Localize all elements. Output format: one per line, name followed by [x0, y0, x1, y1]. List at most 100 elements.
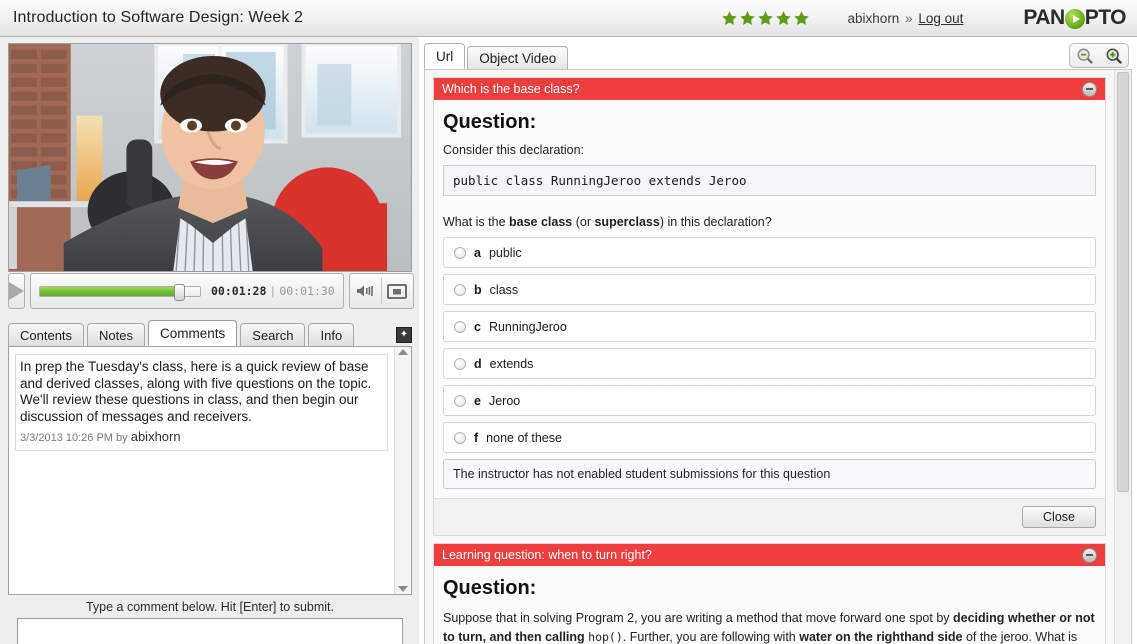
radio-icon[interactable] — [454, 284, 466, 296]
option-letter: e — [474, 394, 481, 408]
video-player-frame[interactable] — [8, 43, 412, 272]
tab-contents[interactable]: Contents — [8, 323, 84, 346]
emphasis-text: base class — [509, 215, 572, 229]
header-right-group: abixhorn » Log out PAN PTO — [721, 0, 1137, 36]
breadcrumb-separator: » — [905, 11, 913, 26]
tab-notes[interactable]: Notes — [87, 323, 145, 346]
username-label: abixhorn — [848, 11, 900, 26]
total-time: 00:01:30 — [279, 284, 334, 298]
scroll-up-arrow-icon[interactable] — [398, 349, 408, 355]
emphasis-text: superclass — [594, 215, 659, 229]
minus-circle-icon[interactable] — [1082, 82, 1097, 97]
user-session-block: abixhorn » Log out — [848, 11, 964, 26]
logo-text-left: PAN — [1023, 6, 1064, 30]
comment-timestamp: 3/3/2013 10:26 PM — [20, 432, 113, 444]
option-c[interactable]: c RunningJeroo — [443, 311, 1096, 342]
video-frame-image — [9, 44, 411, 272]
question-card: Learning question: when to turn right? Q… — [433, 543, 1106, 644]
rating-stars[interactable] — [721, 10, 810, 27]
comment-meta: 3/3/2013 10:26 PM by abixhorn — [20, 429, 383, 444]
star-icon[interactable] — [757, 10, 774, 27]
play-icon — [9, 282, 24, 300]
comments-scrollbar[interactable] — [394, 347, 411, 594]
current-time: 00:01:28 — [211, 284, 266, 298]
comment-by-label: by — [116, 432, 128, 444]
right-panel: Url Object Video Which is the bas — [419, 37, 1137, 644]
option-letter: c — [474, 320, 481, 334]
tab-comments[interactable]: Comments — [148, 320, 237, 346]
left-tab-bar: Contents Notes Comments Search Info ✦ — [8, 320, 412, 346]
question-scroll-inner: Which is the base class? Question: Consi… — [425, 70, 1114, 644]
tab-search[interactable]: Search — [240, 323, 305, 346]
player-controls: 00:01:28|00:01:30 — [8, 273, 412, 309]
composer-hint: Type a comment below. Hit [Enter] to sub… — [8, 600, 412, 614]
audio-video-controls — [349, 273, 414, 309]
question-heading: Question: — [443, 111, 1096, 134]
comments-list-panel: In prep the Tuesday's class, here is a q… — [8, 346, 412, 595]
tab-label: Notes — [99, 328, 133, 343]
tab-url[interactable]: Url — [424, 43, 465, 69]
radio-icon[interactable] — [454, 358, 466, 370]
comment-input[interactable] — [17, 618, 403, 644]
minus-circle-icon[interactable] — [1082, 548, 1097, 563]
option-e[interactable]: e Jeroo — [443, 385, 1096, 416]
plain-text: What is the — [443, 215, 509, 229]
question-content-pane: Which is the base class? Question: Consi… — [424, 69, 1132, 644]
content-scrollbar[interactable] — [1114, 70, 1131, 644]
comments-scroll-area: In prep the Tuesday's class, here is a q… — [9, 347, 394, 594]
option-text: Jeroo — [489, 394, 520, 408]
bookmark-star-icon[interactable]: ✦ — [396, 327, 412, 343]
question-card: Which is the base class? Question: Consi… — [433, 77, 1106, 536]
time-display: 00:01:28|00:01:30 — [211, 284, 335, 298]
tab-object-video[interactable]: Object Video — [467, 46, 568, 69]
fullscreen-button[interactable] — [382, 280, 413, 302]
seek-thumb[interactable] — [174, 284, 185, 301]
zoom-in-icon[interactable] — [1105, 47, 1123, 65]
zoom-out-icon[interactable] — [1076, 47, 1094, 65]
plain-text: ) in this declaration? — [660, 215, 772, 229]
option-a[interactable]: a public — [443, 237, 1096, 268]
option-letter: a — [474, 246, 481, 260]
question-card-title: Which is the base class? — [442, 82, 1082, 96]
play-button[interactable] — [8, 273, 25, 309]
option-f[interactable]: f none of these — [443, 422, 1096, 453]
logout-link[interactable]: Log out — [918, 11, 963, 26]
plain-text: (or — [572, 215, 594, 229]
option-text: public — [489, 246, 522, 260]
comment-author: abixhorn — [131, 429, 181, 444]
star-icon[interactable] — [721, 10, 738, 27]
radio-icon[interactable] — [454, 321, 466, 333]
emphasis-text: water on the righthand side — [799, 630, 962, 644]
close-button[interactable]: Close — [1022, 506, 1096, 528]
option-text: RunningJeroo — [489, 320, 567, 334]
question-card-footer: Close — [434, 498, 1105, 535]
star-icon[interactable] — [739, 10, 756, 27]
volume-button[interactable] — [350, 280, 381, 302]
option-d[interactable]: d extends — [443, 348, 1096, 379]
seek-slider[interactable] — [39, 286, 201, 297]
question-card-header[interactable]: Learning question: when to turn right? — [434, 544, 1105, 566]
code-snippet: public class RunningJeroo extends Jeroo — [443, 165, 1096, 196]
scrollbar-thumb[interactable] — [1117, 72, 1129, 492]
radio-icon[interactable] — [454, 432, 466, 444]
submission-notice: The instructor has not enabled student s… — [443, 459, 1096, 489]
option-text: extends — [490, 357, 534, 371]
question-card-header[interactable]: Which is the base class? — [434, 78, 1105, 100]
radio-icon[interactable] — [454, 395, 466, 407]
scroll-down-arrow-icon[interactable] — [398, 586, 408, 592]
question-prompt: What is the base class (or superclass) i… — [443, 215, 1096, 229]
tab-info[interactable]: Info — [308, 323, 354, 346]
tab-label: Comments — [160, 326, 225, 341]
tab-label: Search — [252, 328, 293, 343]
option-b[interactable]: b class — [443, 274, 1096, 305]
zoom-controls — [1069, 43, 1129, 68]
star-icon[interactable] — [793, 10, 810, 27]
app-header: Introduction to Software Design: Week 2 … — [0, 0, 1137, 37]
seek-panel: 00:01:28|00:01:30 — [30, 273, 344, 309]
star-icon[interactable] — [775, 10, 792, 27]
logo-play-icon — [1065, 9, 1085, 29]
question-heading: Question: — [443, 577, 1096, 600]
tab-label: Object Video — [479, 51, 556, 66]
right-tab-bar: Url Object Video — [424, 43, 568, 69]
radio-icon[interactable] — [454, 247, 466, 259]
